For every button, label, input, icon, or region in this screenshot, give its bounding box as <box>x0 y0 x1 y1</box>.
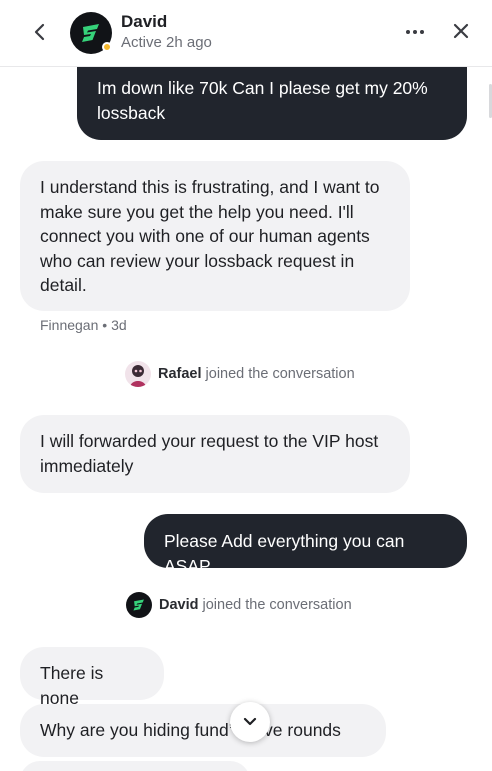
message-bubble-outgoing: Please Add everything you can ASAP <box>144 514 467 576</box>
scroll-to-bottom-button[interactable] <box>230 702 270 742</box>
message-bubble-outgoing: Im down like 70k Can I plaese get my 20%… <box>77 60 467 140</box>
event-text: joined the conversation <box>202 597 352 613</box>
character-avatar-icon <box>130 365 146 387</box>
participant-avatar <box>125 361 151 387</box>
message-bubble-incoming: There is none <box>20 647 164 708</box>
close-button[interactable] <box>447 17 475 45</box>
close-icon <box>453 23 469 39</box>
participant-avatar <box>126 592 152 618</box>
back-button[interactable] <box>26 18 54 46</box>
more-horizontal-icon <box>406 30 424 34</box>
message-bubble-incoming: Why are you hiding fund’ active rounds <box>20 704 386 757</box>
agent-name: David <box>121 12 168 31</box>
event-text: joined the conversation <box>205 366 355 382</box>
agent-avatar <box>70 12 112 54</box>
more-options-button[interactable] <box>400 18 430 46</box>
message-bubble-incoming: I understand this is frustrating, and I … <box>20 161 410 311</box>
chevron-down-icon <box>243 717 257 726</box>
online-status-dot <box>102 42 112 52</box>
brand-logo-icon <box>82 24 99 42</box>
chat-header: David Active 2h ago <box>0 0 492 67</box>
event-participant-name: David <box>159 597 199 613</box>
chat-window: David Active 2h ago Im down like 70k Can… <box>0 0 492 771</box>
agent-status: Active 2h ago <box>121 34 212 51</box>
meta-separator: • <box>102 317 108 333</box>
chevron-left-icon <box>34 23 45 41</box>
system-event: David joined the conversation <box>126 592 352 618</box>
event-participant-name: Rafael <box>158 366 202 382</box>
message-time: 3d <box>111 317 127 333</box>
message-sender: Finnegan <box>40 317 99 333</box>
message-bubble-incoming <box>20 761 250 771</box>
brand-logo-icon <box>133 599 144 611</box>
message-meta: Finnegan • 3d <box>40 317 127 333</box>
message-bubble-incoming: I will forwarded your request to the VIP… <box>20 415 410 493</box>
system-event: Rafael joined the conversation <box>125 361 355 387</box>
